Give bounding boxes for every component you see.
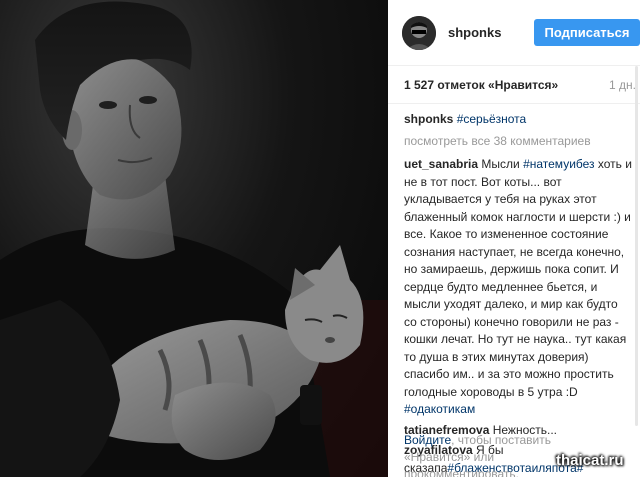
avatar-image [402,15,436,50]
avatar[interactable] [402,15,436,50]
likes-row: 1 527 отметок «Нравится» 1 дн. [388,66,640,104]
comment-author[interactable]: uet_sanabria [404,157,478,171]
post-photo [0,0,388,477]
comment-item: uet_sanabria Мысли #натемуибез хоть и не… [404,156,632,419]
post-username[interactable]: shponks [448,25,534,40]
comment-hashtag[interactable]: #одакотикам [404,402,475,416]
likes-count[interactable]: 1 527 отметок «Нравится» [404,78,558,92]
comments-scrollbar[interactable] [635,66,638,426]
view-all-comments-link[interactable]: посмотреть все 38 комментариев [404,133,632,151]
comment-hashtag[interactable]: #натемуибез [523,157,594,171]
post-timestamp[interactable]: 1 дн. [609,78,636,92]
comments-section: shponks #серьёзнота посмотреть все 38 ко… [388,104,640,477]
watermark: thaicat.ru [556,452,624,469]
follow-button[interactable]: Подписаться [534,19,640,46]
caption: shponks #серьёзнота [404,111,632,129]
comment-text: Мысли [481,157,524,171]
caption-author[interactable]: shponks [404,112,453,126]
post-header: shponks Подписаться [388,0,640,66]
post-sidebar: shponks Подписаться 1 527 отметок «Нрави… [388,0,640,477]
man-holding-cat-photo [0,1,388,477]
caption-hashtag[interactable]: #серьёзнота [457,112,527,126]
login-link[interactable]: Войдите [404,433,451,447]
comment-text: хоть и не в тот пост. Вот коты... вот ук… [404,157,632,399]
